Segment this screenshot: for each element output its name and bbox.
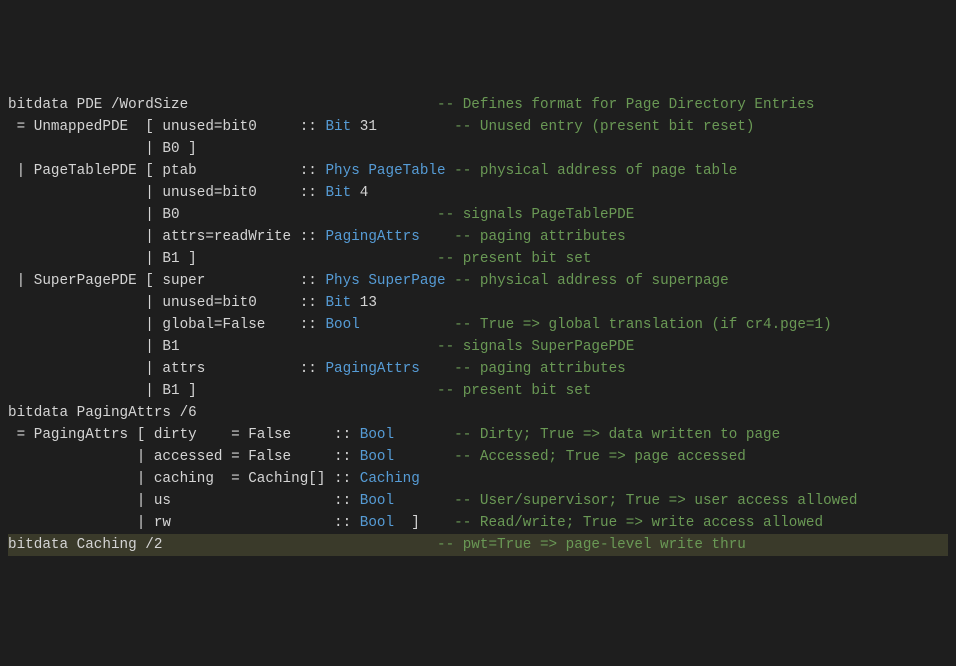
code-line: | rw :: Bool ] -- Read/write; True => wr… <box>8 512 948 534</box>
code-line: | B1 ] -- present bit set <box>8 380 948 402</box>
type-keyword: Bool <box>360 515 394 531</box>
code-text: | accessed = False :: <box>8 449 360 465</box>
code-text: ] <box>394 515 454 531</box>
comment-text: -- present bit set <box>437 251 591 267</box>
comment-text: -- paging attributes <box>454 361 626 377</box>
code-text: | B0 <box>8 207 437 223</box>
code-line: | PageTablePDE [ ptab :: Phys PageTable … <box>8 160 948 182</box>
code-line: | B1 ] -- present bit set <box>8 248 948 270</box>
code-text <box>420 229 454 245</box>
code-text: | SuperPagePDE [ super :: <box>8 273 325 289</box>
code-line: = UnmappedPDE [ unused=bit0 :: Bit 31 --… <box>8 116 948 138</box>
comment-text: -- Unused entry (present bit reset) <box>454 119 754 135</box>
comment-text: -- signals PageTablePDE <box>437 207 634 223</box>
code-line: | attrs=readWrite :: PagingAttrs -- pagi… <box>8 226 948 248</box>
type-keyword: Bool <box>360 493 394 509</box>
code-block: bitdata PDE /WordSize -- Defines format … <box>8 94 948 556</box>
comment-text: -- User/supervisor; True => user access … <box>454 493 857 509</box>
code-text: | attrs=readWrite :: <box>8 229 325 245</box>
code-text <box>394 493 454 509</box>
code-text: 13 <box>351 295 377 311</box>
code-text: | us :: <box>8 493 360 509</box>
code-text: | B0 ] <box>8 141 197 157</box>
code-text: bitdata PDE /WordSize <box>8 97 437 113</box>
comment-text: -- pwt=True => page-level write thru <box>437 537 746 553</box>
code-line: | unused=bit0 :: Bit 13 <box>8 292 948 314</box>
comment-text: -- present bit set <box>437 383 591 399</box>
code-text: | global=False :: <box>8 317 325 333</box>
code-text: | attrs :: <box>8 361 325 377</box>
type-keyword: Caching <box>360 471 420 487</box>
code-text: 4 <box>351 185 368 201</box>
code-text: bitdata PagingAttrs /6 <box>8 405 197 421</box>
code-text: | rw :: <box>8 515 360 531</box>
code-line: bitdata PagingAttrs /6 <box>8 402 948 424</box>
code-line: | B0 -- signals PageTablePDE <box>8 204 948 226</box>
comment-text: -- True => global translation (if cr4.pg… <box>454 317 832 333</box>
type-keyword: Bool <box>360 449 394 465</box>
comment-text: -- Dirty; True => data written to page <box>454 427 780 443</box>
type-keyword: Bit <box>325 119 351 135</box>
code-text <box>360 317 454 333</box>
type-keyword: PagingAttrs <box>325 361 419 377</box>
code-text <box>446 163 455 179</box>
code-line: | global=False :: Bool -- True => global… <box>8 314 948 336</box>
code-line: | us :: Bool -- User/supervisor; True =>… <box>8 490 948 512</box>
code-text: = UnmappedPDE [ unused=bit0 :: <box>8 119 325 135</box>
type-keyword: Phys SuperPage <box>325 273 445 289</box>
code-line: | SuperPagePDE [ super :: Phys SuperPage… <box>8 270 948 292</box>
code-line: bitdata PDE /WordSize -- Defines format … <box>8 94 948 116</box>
code-text: bitdata Caching /2 <box>8 537 437 553</box>
comment-text: -- physical address of superpage <box>454 273 729 289</box>
type-keyword: Bool <box>325 317 359 333</box>
code-text: 31 <box>351 119 454 135</box>
code-line: | unused=bit0 :: Bit 4 <box>8 182 948 204</box>
comment-text: -- physical address of page table <box>454 163 737 179</box>
code-text: | caching = Caching[] :: <box>8 471 360 487</box>
type-keyword: PagingAttrs <box>325 229 419 245</box>
code-text: | unused=bit0 :: <box>8 295 325 311</box>
code-line: | B0 ] <box>8 138 948 160</box>
code-line: | attrs :: PagingAttrs -- paging attribu… <box>8 358 948 380</box>
code-line: | accessed = False :: Bool -- Accessed; … <box>8 446 948 468</box>
type-keyword: Bit <box>325 295 351 311</box>
comment-text: -- signals SuperPagePDE <box>437 339 634 355</box>
comment-text: -- paging attributes <box>454 229 626 245</box>
code-text <box>394 427 454 443</box>
comment-text: -- Read/write; True => write access allo… <box>454 515 823 531</box>
comment-text: -- Accessed; True => page accessed <box>454 449 746 465</box>
code-line: | B1 -- signals SuperPagePDE <box>8 336 948 358</box>
code-text: = PagingAttrs [ dirty = False :: <box>8 427 360 443</box>
type-keyword: Bool <box>360 427 394 443</box>
code-text: | unused=bit0 :: <box>8 185 325 201</box>
code-text: | B1 <box>8 339 437 355</box>
code-text: | B1 ] <box>8 251 437 267</box>
code-text: | PageTablePDE [ ptab :: <box>8 163 325 179</box>
code-line: = PagingAttrs [ dirty = False :: Bool --… <box>8 424 948 446</box>
code-line: | caching = Caching[] :: Caching <box>8 468 948 490</box>
comment-text: -- Defines format for Page Directory Ent… <box>437 97 815 113</box>
code-text: | B1 ] <box>8 383 437 399</box>
code-text <box>420 361 454 377</box>
code-text <box>446 273 455 289</box>
code-text <box>394 449 454 465</box>
code-line: bitdata Caching /2 -- pwt=True => page-l… <box>8 534 948 556</box>
type-keyword: Bit <box>325 185 351 201</box>
type-keyword: Phys PageTable <box>325 163 445 179</box>
